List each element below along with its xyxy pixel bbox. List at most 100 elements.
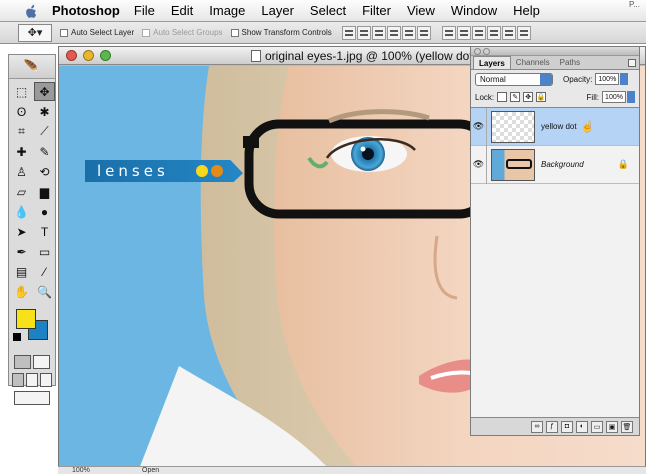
feather-logo-icon[interactable]: 🪶	[9, 55, 55, 79]
layer-name[interactable]: yellow dot	[541, 122, 577, 131]
apple-menu-icon[interactable]	[22, 2, 40, 20]
distribute-bottom-icon[interactable]	[471, 25, 486, 40]
hand-tool-icon[interactable]: ✋	[11, 282, 32, 301]
menu-layer[interactable]: Layer	[261, 3, 294, 18]
brush-tool-icon[interactable]: ✎	[34, 142, 55, 161]
layer-mask-icon[interactable]: ◘	[561, 420, 573, 433]
zoom-tool-icon[interactable]: 🔍	[34, 282, 55, 301]
menu-filter[interactable]: Filter	[362, 3, 391, 18]
layers-palette-titlebar[interactable]	[471, 47, 639, 56]
screen-mode-full-icon[interactable]	[40, 373, 52, 387]
gradient-tool-icon[interactable]: ▆	[34, 182, 55, 201]
screen-mode-standard-icon[interactable]	[12, 373, 24, 387]
tab-channels[interactable]: Channels	[511, 56, 555, 69]
auto-select-layer-option[interactable]: Auto Select Layer	[60, 28, 134, 37]
clone-stamp-tool-icon[interactable]: ♙	[11, 162, 32, 181]
menu-edit[interactable]: Edit	[171, 3, 193, 18]
healing-brush-tool-icon[interactable]: ✚	[11, 142, 32, 161]
lock-all-icon[interactable]: 🔒	[536, 92, 547, 102]
auto-select-groups-label: Auto Select Groups	[153, 28, 223, 37]
close-button[interactable]	[66, 50, 77, 61]
zoom-button[interactable]	[100, 50, 111, 61]
new-group-icon[interactable]: ▭	[591, 420, 603, 433]
align-top-icon[interactable]	[341, 25, 356, 40]
blur-tool-icon[interactable]: 💧	[11, 202, 32, 221]
align-vcenter-icon[interactable]	[356, 25, 371, 40]
tab-layers[interactable]: Layers	[473, 56, 511, 69]
history-brush-tool-icon[interactable]: ⟲	[34, 162, 55, 181]
new-layer-icon[interactable]: ▣	[606, 420, 618, 433]
lock-transparent-icon[interactable]	[497, 92, 508, 102]
minimize-button[interactable]	[83, 50, 94, 61]
show-transform-controls-checkbox[interactable]	[230, 28, 239, 37]
fill-slider-arrow-icon[interactable]	[627, 91, 635, 103]
distribute-hcenter-icon[interactable]	[501, 25, 516, 40]
blend-mode-select[interactable]: Normal	[475, 72, 553, 86]
menu-file[interactable]: File	[134, 3, 155, 18]
shape-tool-icon[interactable]: ▭	[34, 242, 55, 261]
palette-minimize-button[interactable]	[483, 48, 490, 55]
layer-list: 👁 yellow dot ☝ 👁 Background 🔒	[471, 107, 639, 419]
eyedropper-tool-icon[interactable]: ⁄	[34, 262, 55, 281]
marquee-tool-icon[interactable]: ⬚	[11, 82, 32, 101]
distribute-right-icon[interactable]	[516, 25, 531, 40]
align-right-icon[interactable]	[416, 25, 431, 40]
layer-row-background[interactable]: 👁 Background 🔒	[471, 145, 639, 184]
path-select-tool-icon[interactable]: ➤	[11, 222, 32, 241]
menu-help[interactable]: Help	[513, 3, 540, 18]
layer-style-icon[interactable]: ƒ	[546, 420, 558, 433]
eraser-tool-icon[interactable]: ▱	[11, 182, 32, 201]
lock-position-icon[interactable]: ✥	[523, 92, 534, 102]
status-info[interactable]: Open	[142, 467, 159, 474]
jump-to-row	[9, 391, 55, 405]
distribute-top-icon[interactable]	[441, 25, 456, 40]
screen-mode-full-menu-icon[interactable]	[26, 373, 38, 387]
default-colors-icon[interactable]	[13, 333, 21, 341]
menu-view[interactable]: View	[407, 3, 435, 18]
layer-thumbnail	[491, 110, 535, 143]
show-transform-controls-option[interactable]: Show Transform Controls	[230, 28, 332, 37]
jump-to-imageready-icon[interactable]	[14, 391, 50, 405]
layer-name[interactable]: Background	[541, 160, 584, 169]
align-hcenter-icon[interactable]	[401, 25, 416, 40]
adjustment-layer-icon[interactable]: ◐	[576, 420, 588, 433]
zoom-level[interactable]: 100%	[72, 467, 98, 474]
corner-label: P...	[629, 0, 640, 9]
magic-wand-tool-icon[interactable]: ✱	[34, 102, 55, 121]
menu-select[interactable]: Select	[310, 3, 346, 18]
auto-select-groups-checkbox	[142, 28, 151, 37]
distribute-vcenter-icon[interactable]	[456, 25, 471, 40]
align-left-icon[interactable]	[386, 25, 401, 40]
notes-tool-icon[interactable]: ▤	[11, 262, 32, 281]
pen-tool-icon[interactable]: ✒	[11, 242, 32, 261]
dodge-tool-icon[interactable]: ●	[34, 202, 55, 221]
palette-close-button[interactable]	[474, 48, 481, 55]
opacity-slider-arrow-icon[interactable]	[620, 73, 629, 85]
auto-select-layer-checkbox[interactable]	[60, 28, 68, 37]
distribute-left-icon[interactable]	[486, 25, 501, 40]
quick-mask-mode-icon[interactable]	[33, 355, 50, 369]
palette-menu-arrow-icon[interactable]	[628, 59, 636, 67]
eye-icon[interactable]: 👁	[471, 107, 487, 146]
layer-row-yellow-dot[interactable]: 👁 yellow dot ☝	[471, 107, 639, 146]
eye-icon[interactable]: 👁	[471, 145, 487, 184]
align-bottom-icon[interactable]	[371, 25, 386, 40]
tab-paths[interactable]: Paths	[555, 56, 585, 69]
opacity-field[interactable]: 100%	[595, 73, 620, 85]
app-menu[interactable]: Photoshop	[52, 3, 120, 18]
menu-window[interactable]: Window	[451, 3, 497, 18]
menu-image[interactable]: Image	[209, 3, 245, 18]
link-layers-icon[interactable]: ∞	[531, 420, 543, 433]
lasso-tool-icon[interactable]: ʘ	[11, 102, 32, 121]
standard-mode-icon[interactable]	[14, 355, 31, 369]
type-tool-icon[interactable]: T	[34, 222, 55, 241]
tool-preset-picker[interactable]: ✥▾	[18, 23, 52, 42]
slice-tool-icon[interactable]: ⟋	[34, 122, 55, 141]
trash-icon[interactable]: 🗑	[621, 420, 633, 433]
crop-tool-icon[interactable]: ⌗	[11, 122, 32, 141]
foreground-color-swatch[interactable]	[16, 309, 36, 329]
move-tool-icon[interactable]: ✥	[34, 82, 55, 101]
yellow-dot[interactable]	[196, 165, 208, 177]
fill-field[interactable]: 100%	[602, 91, 626, 103]
lock-image-icon[interactable]: ✎	[510, 92, 521, 102]
